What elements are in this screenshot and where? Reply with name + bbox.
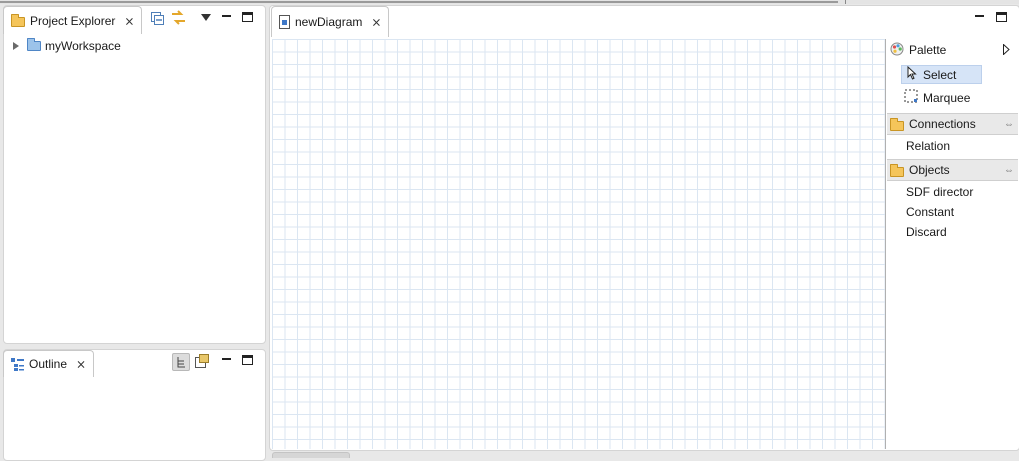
palette-icon <box>890 42 904 59</box>
folder-icon <box>890 117 904 131</box>
pin-icon[interactable]: ⇔ <box>1004 119 1014 130</box>
palette-entry-relation[interactable]: Relation <box>906 136 950 155</box>
close-icon[interactable]: ⨯ <box>371 15 381 29</box>
pin-icon[interactable]: ⇔ <box>1004 165 1014 176</box>
diagram-file-icon <box>279 15 290 29</box>
project-explorer-icon <box>11 13 25 28</box>
folder-icon <box>890 163 904 177</box>
maximize-icon[interactable] <box>994 10 1008 24</box>
close-icon[interactable]: ⨯ <box>124 14 134 28</box>
tree-view-icon[interactable] <box>172 353 190 371</box>
entry-label: Discard <box>906 224 947 239</box>
palette-title: Palette <box>909 43 947 57</box>
minimize-icon[interactable] <box>219 9 233 23</box>
arrow-cursor-icon <box>907 65 918 83</box>
tool-label: Select <box>923 67 957 82</box>
folder-icon <box>27 38 41 51</box>
tree-item-myworkspace[interactable]: myWorkspace <box>13 38 121 53</box>
tab-newdiagram[interactable]: newDiagram ⨯ <box>271 6 390 37</box>
palette-header[interactable]: Palette <box>887 39 1018 61</box>
strip-marker <box>845 0 846 4</box>
tab-label: Project Explorer <box>30 13 116 28</box>
tool-label: Marquee <box>923 90 971 105</box>
collapse-all-icon[interactable] <box>150 11 164 25</box>
palette-entry-constant[interactable]: Constant <box>906 202 954 221</box>
progress-line <box>0 1 838 3</box>
expand-palette-icon[interactable] <box>1003 43 1010 58</box>
minimize-icon[interactable] <box>972 9 986 23</box>
overview-icon[interactable] <box>195 354 209 368</box>
maximize-icon[interactable] <box>240 353 254 367</box>
palette-entry-discard[interactable]: Discard <box>906 222 947 241</box>
drawer-connections[interactable]: Connections ⇔ <box>887 113 1018 135</box>
bottom-view-tab[interactable] <box>272 452 350 458</box>
tab-label: Outline <box>29 357 68 371</box>
minimize-icon[interactable] <box>219 352 233 366</box>
project-explorer-panel <box>3 5 266 344</box>
drawer-label: Connections <box>909 117 976 131</box>
palette: Palette Select Marquee Connections ⇔ Rel… <box>887 39 1018 449</box>
entry-label: Relation <box>906 138 951 153</box>
outline-icon <box>11 357 24 371</box>
diagram-canvas[interactable] <box>272 39 886 449</box>
link-with-editor-icon[interactable] <box>171 9 185 25</box>
entry-label: Constant <box>906 204 955 219</box>
tool-select[interactable]: Select <box>901 65 982 84</box>
tab-project-explorer[interactable]: Project Explorer ⨯ <box>3 6 143 34</box>
maximize-icon[interactable] <box>240 10 254 24</box>
entry-label: SDF director <box>906 184 974 199</box>
drawer-objects[interactable]: Objects ⇔ <box>887 159 1018 181</box>
drawer-label: Objects <box>909 163 950 177</box>
view-menu-icon[interactable] <box>199 10 213 24</box>
tool-marquee[interactable]: Marquee <box>904 88 970 107</box>
close-icon[interactable]: ⨯ <box>76 357 86 371</box>
palette-entry-sdf-director[interactable]: SDF director <box>906 182 973 201</box>
marquee-icon <box>904 89 918 106</box>
tab-label: newDiagram <box>295 15 363 29</box>
top-status-strip <box>0 0 1019 4</box>
tree-item-label: myWorkspace <box>45 39 121 53</box>
tab-outline[interactable]: Outline ⨯ <box>3 350 95 377</box>
expand-arrow-icon[interactable] <box>13 42 19 50</box>
